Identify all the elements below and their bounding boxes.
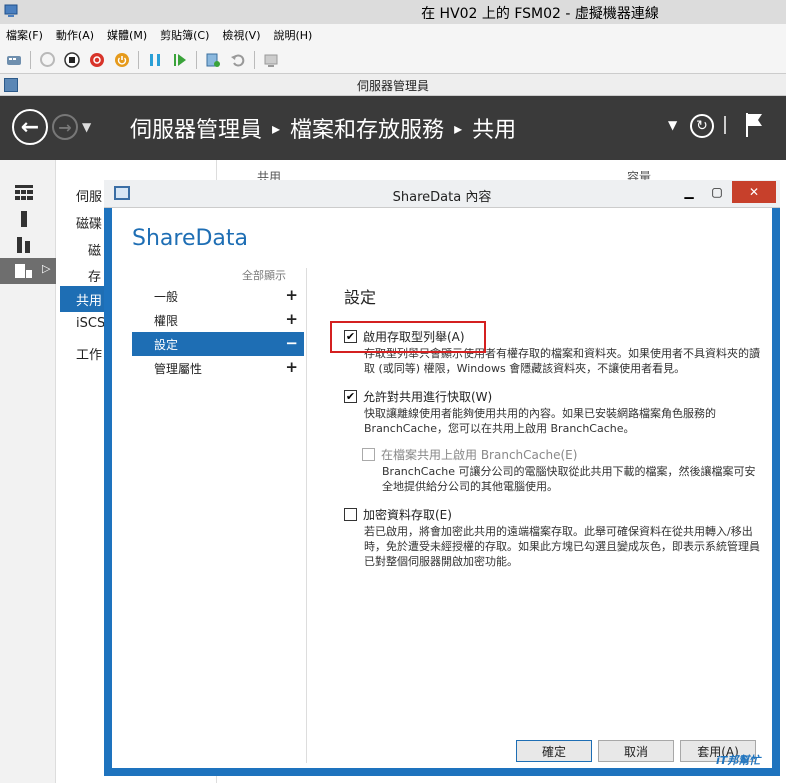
ok-button[interactable]: 確定 (516, 740, 592, 762)
menu-view[interactable]: 檢視(V) (222, 27, 260, 43)
maximize-icon[interactable]: ▢ (704, 181, 730, 203)
menu-media[interactable]: 媒體(M) (107, 27, 147, 43)
checkpoint-icon[interactable] (204, 51, 222, 69)
close-icon[interactable]: ✕ (732, 181, 776, 203)
dialog-nav-management-properties[interactable]: 管理屬性 + (132, 356, 304, 380)
dialog-nav-permissions[interactable]: 權限 + (132, 308, 304, 332)
encrypt-data-access-label[interactable]: 加密資料存取(E) (363, 506, 452, 523)
option-access-based-enumeration: ✔ 啟用存取型列舉(A) 存取型列舉只會顯示使用者有權存取的檔案和資料夾。如果使… (330, 321, 764, 376)
menu-action[interactable]: 動作(A) (56, 27, 94, 43)
highlight-box (330, 321, 486, 353)
encrypt-data-access-checkbox[interactable] (344, 507, 357, 521)
settings-title: 設定 (344, 288, 377, 307)
expand-icon: + (285, 358, 298, 376)
history-dropdown-icon[interactable]: ▼ (82, 120, 91, 134)
turn-off-icon[interactable] (63, 51, 81, 69)
nav-item-disks[interactable]: 磁 (88, 240, 101, 259)
nav-item-volumes[interactable]: 磁碟 (76, 213, 102, 232)
notifications-flag-icon[interactable] (744, 112, 764, 138)
header-separator (724, 116, 726, 134)
vm-connection-icon (4, 4, 18, 17)
dropdown-icon[interactable]: ▼ (668, 118, 677, 132)
dialog-nav: 一般 + 權限 + 設定 − 管理屬性 + (132, 284, 304, 380)
dialog-nav-settings[interactable]: 設定 − (132, 332, 304, 356)
menu-bar: 檔案(F) 動作(A) 媒體(M) 剪貼簿(C) 檢視(V) 說明(H) (0, 24, 786, 46)
dialog-title-bar: ShareData 內容 ▁ ▢ ✕ (104, 180, 780, 208)
menu-file[interactable]: 檔案(F) (6, 27, 43, 43)
option-enable-branchcache: 在檔案共用上啟用 BranchCache(E) BranchCache 可讓分公… (344, 444, 764, 494)
breadcrumb: 伺服器管理員 ▸ 檔案和存放服務 ▸ 共用 (130, 112, 516, 144)
watermark-logo: iT邦幫忙 (716, 754, 761, 767)
toolbar-separator (30, 50, 31, 69)
option-encrypt-data-access: 加密資料存取(E) 若已啟用，將會加密此共用的遠端檔案存取。此舉可確保資料在從共… (344, 504, 764, 569)
option-allow-caching: ✔ 允許對共用進行快取(W) 快取讓離線使用者能夠使用共用的內容。如果已安裝網路… (344, 386, 764, 436)
pane-divider (306, 268, 307, 763)
server-manager-header: ← → ▼ 伺服器管理員 ▸ 檔案和存放服務 ▸ 共用 ▼ ↻ (0, 96, 786, 160)
collapse-icon: − (285, 334, 298, 352)
encrypt-data-access-desc: 若已啟用，將會加密此共用的遠端檔案存取。此舉可確保資料在從共用轉入/移出時，免於… (364, 525, 760, 568)
share-properties-dialog: ShareData 內容 ▁ ▢ ✕ ShareData 全部顯示 一般 + 權… (104, 180, 780, 776)
left-icon-strip: ▷ (0, 160, 56, 783)
dialog-body: ShareData 全部顯示 一般 + 權限 + 設定 − 管理屬性 + 設定 (112, 208, 772, 768)
toolbar-separator (196, 50, 197, 69)
nav-item-iscsi[interactable]: iSCS (76, 316, 105, 331)
resume-icon[interactable] (171, 51, 189, 69)
nav-item-servers[interactable]: 伺服 (76, 186, 102, 205)
start-icon[interactable] (38, 51, 56, 69)
file-storage-services-nav[interactable]: ▷ (0, 258, 56, 284)
dialog-nav-label: 權限 (154, 314, 179, 328)
dashboard-icon[interactable] (14, 184, 34, 202)
allow-caching-checkbox[interactable]: ✔ (344, 389, 357, 403)
chevron-right-icon: ▸ (272, 118, 281, 138)
menu-help[interactable]: 說明(H) (273, 27, 312, 43)
menu-clipboard[interactable]: 剪貼簿(C) (160, 27, 209, 43)
nav-item-work-folders[interactable]: 工作 (76, 344, 102, 363)
revert-icon[interactable] (229, 51, 247, 69)
server-manager-title-bar: 伺服器管理員 (0, 74, 786, 96)
nav-item-storage-pools[interactable]: 存 (88, 266, 101, 285)
toolbar-separator (254, 50, 255, 69)
app-title: 伺服器管理員 (356, 79, 429, 93)
dialog-nav-label: 設定 (154, 338, 179, 352)
shutdown-icon[interactable] (88, 51, 106, 69)
back-arrow-icon[interactable]: ← (12, 109, 48, 145)
toolbar-separator (138, 50, 139, 69)
breadcrumb-item-file-storage[interactable]: 檔案和存放服務 (290, 112, 444, 144)
vm-window-title: 在 HV02 上的 FSM02 - 虛擬機器連線 (421, 6, 659, 22)
enhanced-session-icon[interactable] (262, 51, 280, 69)
allow-caching-desc: 快取讓離線使用者能夠使用共用的內容。如果已安裝網路檔案角色服務的 BranchC… (364, 407, 716, 435)
branchcache-label: 在檔案共用上啟用 BranchCache(E) (381, 447, 578, 462)
settings-panel: 設定 ✔ 啟用存取型列舉(A) 存取型列舉只會顯示使用者有權存取的檔案和資料夾。… (330, 284, 764, 569)
dialog-nav-general[interactable]: 一般 + (132, 284, 304, 308)
ctrl-alt-del-icon[interactable] (5, 51, 23, 69)
branchcache-checkbox[interactable] (362, 447, 375, 461)
breadcrumb-item-server-manager[interactable]: 伺服器管理員 (130, 112, 262, 144)
refresh-icon[interactable]: ↻ (690, 114, 714, 138)
dialog-nav-label: 一般 (154, 290, 179, 304)
branchcache-desc: BranchCache 可讓分公司的電腦快取從此共用下載的檔案，然後讓檔案可安全… (382, 465, 756, 493)
local-server-icon[interactable] (14, 210, 34, 228)
breadcrumb-item-shares[interactable]: 共用 (472, 112, 516, 144)
show-all-link[interactable]: 全部顯示 (242, 267, 286, 283)
chevron-right-icon: ▸ (454, 118, 463, 138)
dialog-heading: ShareData (132, 226, 249, 251)
forward-arrow-icon[interactable]: → (52, 114, 78, 140)
power-icon[interactable] (113, 51, 131, 69)
minimize-icon[interactable]: ▁ (676, 181, 702, 203)
dialog-footer: 確定 取消 套用(A) (112, 730, 772, 768)
file-storage-icon (15, 264, 32, 278)
allow-caching-label[interactable]: 允許對共用進行快取(W) (363, 388, 492, 405)
cancel-button[interactable]: 取消 (598, 740, 674, 762)
dialog-nav-label: 管理屬性 (154, 362, 203, 376)
vm-title-bar: 在 HV02 上的 FSM02 - 虛擬機器連線 (0, 0, 786, 24)
chevron-right-icon: ▷ (42, 262, 51, 275)
all-servers-icon[interactable] (14, 236, 34, 254)
expand-icon: + (285, 286, 298, 304)
expand-icon: + (285, 310, 298, 328)
vm-toolbar (0, 46, 786, 74)
pause-icon[interactable] (146, 51, 164, 69)
